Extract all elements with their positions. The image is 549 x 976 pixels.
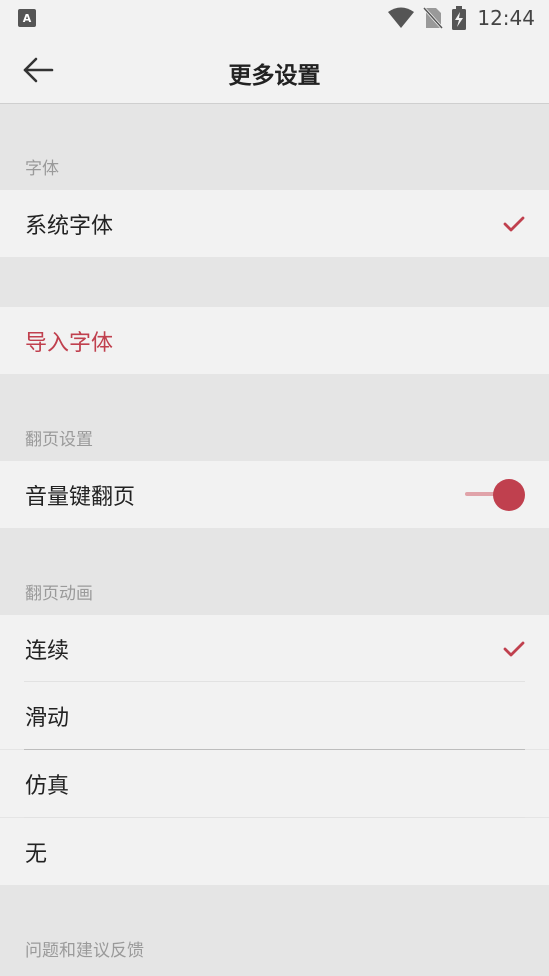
no-sim-icon bbox=[423, 7, 444, 29]
animation-option-none[interactable]: 无 bbox=[0, 818, 549, 885]
animation-option-slide[interactable]: 滑动 bbox=[0, 682, 549, 749]
animation-option-label: 连续 bbox=[25, 638, 70, 664]
app-notification-icon: A bbox=[18, 9, 36, 27]
page-title: 更多设置 bbox=[228, 63, 321, 89]
animation-option-label: 仿真 bbox=[25, 773, 70, 799]
section-label-feedback: 问题和建议反馈 bbox=[25, 941, 144, 961]
animation-option-continuous[interactable]: 连续 bbox=[0, 615, 549, 682]
status-bar: A 12:44 bbox=[0, 0, 549, 36]
import-font-button[interactable]: 导入字体 bbox=[0, 307, 549, 374]
animation-option-simulation[interactable]: 仿真 bbox=[0, 750, 549, 817]
section-label-font: 字体 bbox=[25, 159, 59, 179]
wifi-icon bbox=[388, 7, 415, 28]
top-app-bar: 更多设置 bbox=[0, 36, 549, 104]
volume-key-toggle[interactable] bbox=[465, 478, 525, 512]
checkmark-icon bbox=[503, 641, 525, 656]
import-font-label: 导入字体 bbox=[25, 330, 114, 356]
battery-charging-icon bbox=[452, 6, 467, 30]
volume-key-label: 音量键翻页 bbox=[25, 484, 136, 510]
section-label-page-turn: 翻页设置 bbox=[25, 430, 93, 450]
animation-option-label: 无 bbox=[25, 841, 48, 867]
font-option-system[interactable]: 系统字体 bbox=[0, 190, 549, 257]
toggle-thumb bbox=[493, 478, 525, 511]
animation-option-label: 滑动 bbox=[25, 705, 70, 731]
section-label-animation: 翻页动画 bbox=[25, 584, 93, 604]
font-option-label: 系统字体 bbox=[25, 213, 114, 239]
checkmark-icon bbox=[503, 216, 525, 231]
volume-key-page-turn-row[interactable]: 音量键翻页 bbox=[0, 461, 549, 528]
status-time: 12:44 bbox=[477, 6, 535, 30]
